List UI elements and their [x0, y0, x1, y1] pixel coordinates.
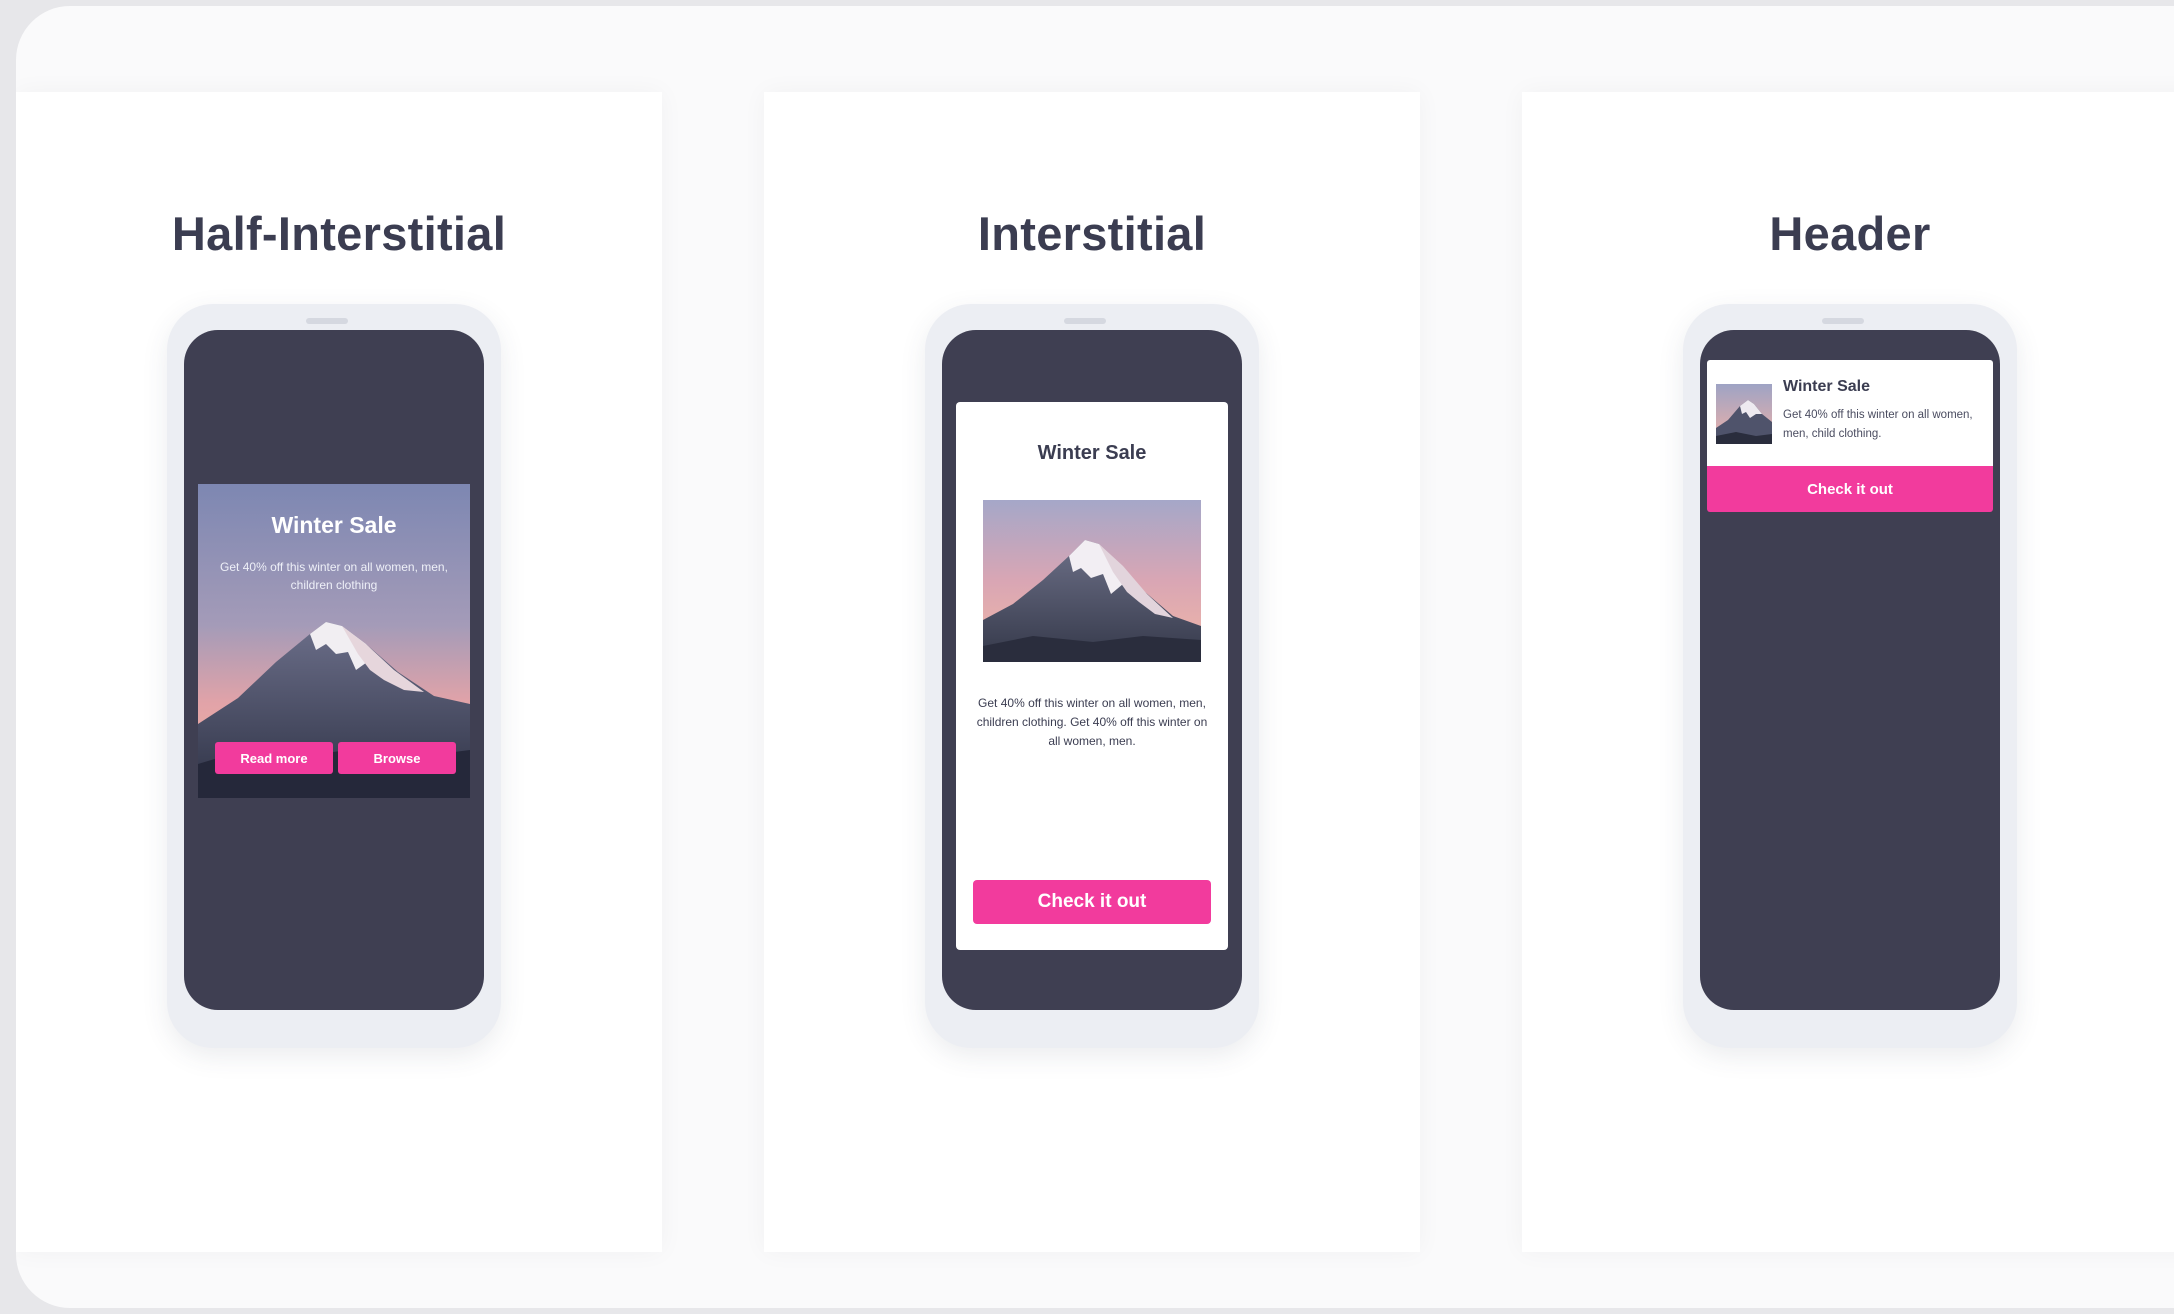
phone-mockup: Winter Sale Get 40% off this winter on a…: [925, 304, 1259, 1048]
message-thumbnail: [1716, 384, 1772, 444]
phone-screen: Winter Sale Get 40% off this winter on a…: [184, 330, 484, 1010]
phone-speaker: [1822, 318, 1864, 324]
phone-speaker: [306, 318, 348, 324]
read-more-button[interactable]: Read more: [215, 742, 333, 774]
half-interstitial-banner: Winter Sale Get 40% off this winter on a…: [198, 484, 470, 798]
panel-title: Header: [1769, 207, 1931, 260]
half-interstitial-panel: Half-Interstitial Winter Sale Get 40% of…: [16, 92, 662, 1252]
message-text: Get 40% off this winter on all women, me…: [1783, 409, 1973, 440]
panel-title: Half-Interstitial: [171, 207, 507, 260]
phone-speaker: [1064, 318, 1106, 324]
mountain-image-icon: [1716, 384, 1772, 444]
browse-button[interactable]: Browse: [338, 742, 456, 774]
phone-mockup: Winter Sale Get 40% off this winter on a…: [1683, 304, 2017, 1048]
phone-screen: Winter Sale Get 40% off this winter on a…: [942, 330, 1242, 1010]
check-it-out-button[interactable]: Check it out: [973, 880, 1211, 924]
header-message: Winter Sale Get 40% off this winter on a…: [1707, 360, 1993, 512]
phone-screen: Winter Sale Get 40% off this winter on a…: [1700, 330, 2000, 1010]
interstitial-panel: Interstitial Winter Sale Get 40% off thi…: [764, 92, 1420, 1252]
phone-mockup: Winter Sale Get 40% off this winter on a…: [167, 304, 501, 1048]
check-it-out-button[interactable]: Check it out: [1707, 466, 1993, 512]
header-panel: Header Winter Sale Get 40% off this wint…: [1522, 92, 2174, 1252]
preview-frame: Half-Interstitial Winter Sale Get 40% of…: [16, 6, 2174, 1308]
message-title: Winter Sale: [1783, 378, 1870, 395]
header-message-body: Winter Sale Get 40% off this winter on a…: [1707, 360, 1993, 466]
mountain-image-icon: [983, 500, 1201, 662]
message-text: Get 40% off this winter on all women, me…: [220, 560, 448, 592]
panel-title: Interstitial: [977, 207, 1207, 260]
message-title: Winter Sale: [1037, 442, 1147, 464]
interstitial-message: Winter Sale Get 40% off this winter on a…: [956, 402, 1228, 950]
message-title: Winter Sale: [271, 512, 397, 538]
message-text: Get 40% off this winter on all women, me…: [976, 696, 1208, 748]
message-image: [983, 500, 1201, 662]
